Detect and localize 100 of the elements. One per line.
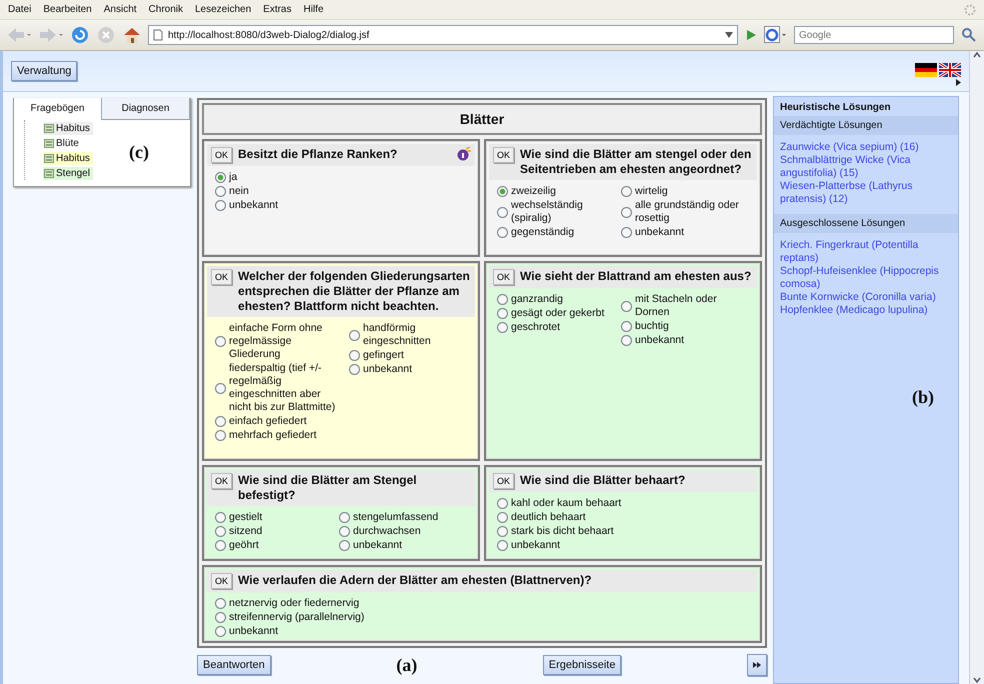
menu-item[interactable]: Hilfe: [304, 4, 324, 15]
radio-button[interactable]: [215, 626, 226, 637]
tab[interactable]: Diagnosen: [102, 98, 190, 120]
solution-link[interactable]: Zaunwicke (Vica sepium) (16): [780, 141, 952, 154]
option-label: durchwachsen: [353, 525, 421, 538]
answer-button[interactable]: Beantworten: [197, 655, 271, 675]
radio-button[interactable]: [497, 206, 508, 218]
ok-button[interactable]: OK: [211, 147, 232, 163]
search-field[interactable]: Google: [794, 26, 954, 44]
search-engine-icon[interactable]: [764, 26, 788, 44]
option-label: netznervig oder fiedernervig: [229, 597, 360, 610]
radio-button[interactable]: [215, 612, 226, 623]
radio-button[interactable]: [215, 540, 226, 551]
radio-button[interactable]: [215, 186, 226, 197]
admin-button[interactable]: Verwaltung: [11, 61, 78, 81]
ok-button[interactable]: OK: [211, 269, 232, 285]
option-label: geöhrt: [229, 539, 259, 552]
option-label: unbekannt: [229, 625, 278, 638]
radio-button[interactable]: [497, 322, 508, 333]
question-text: Wie sind die Blätter am Stengel befestigt?: [238, 473, 418, 503]
radio-button[interactable]: [215, 526, 226, 537]
british-flag-icon[interactable]: [939, 62, 961, 76]
radio-button[interactable]: [339, 512, 350, 523]
option-label: kahl oder kaum behaart: [511, 497, 622, 510]
radio-button[interactable]: [497, 540, 508, 551]
reload-icon[interactable]: [70, 25, 90, 45]
solution-link[interactable]: Wiesen-Platterbse (Lathyrus pratensis) (12): [780, 180, 952, 206]
ok-button[interactable]: OK: [211, 473, 232, 489]
option-label: deutlich behaart: [511, 511, 586, 524]
radio-button[interactable]: [621, 186, 632, 197]
radio-button[interactable]: [497, 512, 508, 523]
solution-link[interactable]: Hopfenklee (Medicago lupulina): [780, 304, 952, 317]
option-label: ganzrandig: [511, 293, 563, 306]
scroll-down-icon[interactable]: [973, 676, 981, 684]
solution-link[interactable]: Kriech. Fingerkraut (Potentilla reptans): [780, 239, 952, 265]
tree-item[interactable]: Habitus: [43, 152, 93, 165]
option-label: streifennervig (parallelnervig): [229, 611, 364, 624]
info-icon[interactable]: [457, 147, 471, 161]
radio-button[interactable]: [621, 335, 632, 346]
search-icon[interactable]: [960, 26, 978, 44]
radio-button[interactable]: [215, 416, 226, 427]
radio-button[interactable]: [215, 200, 226, 211]
solution-link[interactable]: Schopf-Hufeisenklee (Hippocrepis comosa): [780, 265, 952, 291]
menu-item[interactable]: Extras: [263, 4, 292, 15]
radio-button[interactable]: [349, 364, 360, 375]
home-icon[interactable]: [122, 25, 142, 45]
option-label: gegenständig: [511, 226, 574, 239]
radio-button[interactable]: [621, 227, 632, 238]
radio-button[interactable]: [497, 186, 508, 197]
radio-button[interactable]: [621, 321, 632, 332]
option-label: unbekannt: [229, 199, 278, 212]
radio-button[interactable]: [349, 350, 360, 361]
tree-item[interactable]: Stengel: [43, 167, 93, 180]
go-icon[interactable]: [744, 28, 758, 42]
radio-button[interactable]: [215, 336, 226, 347]
radio-button[interactable]: [215, 382, 226, 394]
radio-button[interactable]: [621, 300, 632, 312]
solution-link[interactable]: Bunte Kornwicke (Coronilla varia): [780, 291, 952, 304]
tree-item[interactable]: Habitus: [43, 122, 93, 135]
menu-item[interactable]: Datei: [8, 4, 32, 15]
radio-button[interactable]: [497, 308, 508, 319]
radio-button[interactable]: [497, 498, 508, 509]
radio-button[interactable]: [215, 172, 226, 183]
menu-item[interactable]: Bearbeiten: [43, 4, 92, 15]
radio-button[interactable]: [215, 512, 226, 523]
ok-button[interactable]: OK: [493, 473, 514, 489]
list-icon: [44, 124, 54, 133]
triangle-icon[interactable]: [956, 78, 961, 86]
solutions-title: Heuristische Lösungen: [779, 101, 892, 115]
menu-item[interactable]: Ansicht: [104, 4, 137, 15]
radio-button[interactable]: [497, 227, 508, 238]
radio-button[interactable]: [215, 598, 226, 609]
option-label: nein: [229, 185, 249, 198]
scroll-up-icon[interactable]: [973, 51, 981, 59]
dropdown-icon[interactable]: [725, 32, 733, 38]
option-label: gestielt: [229, 511, 262, 524]
menu-item[interactable]: Lesezeichen: [195, 4, 252, 15]
question-text: Wie sind die Blätter behaart?: [520, 473, 686, 488]
radio-button[interactable]: [215, 430, 226, 441]
questionnaire-title: Blätter: [202, 103, 762, 135]
solution-link[interactable]: Schmalblättrige Wicke (Vica angustifolia) (15): [780, 154, 952, 180]
ok-button[interactable]: OK: [493, 147, 514, 163]
radio-button[interactable]: [339, 540, 350, 551]
ok-button[interactable]: OK: [211, 573, 232, 589]
address-field[interactable]: http://localhost:8080/d3web-Dialog2/dialog.jsf: [148, 25, 738, 45]
annotation-label: (a): [396, 654, 418, 676]
results-button[interactable]: Ergebnisseite: [542, 655, 622, 675]
next-button[interactable]: [746, 654, 767, 676]
radio-button[interactable]: [621, 206, 632, 218]
radio-button[interactable]: [349, 330, 360, 340]
radio-button[interactable]: [339, 526, 350, 537]
radio-button[interactable]: [497, 294, 508, 305]
ok-button[interactable]: OK: [493, 269, 514, 285]
double-arrow-icon: [752, 662, 761, 668]
scrollbar[interactable]: [969, 51, 984, 684]
tab[interactable]: Fragebögen: [14, 98, 102, 120]
radio-button[interactable]: [497, 526, 508, 537]
option-label: mehrfach gefiedert: [229, 429, 317, 442]
german-flag-icon[interactable]: [915, 62, 937, 76]
menu-item[interactable]: Chronik: [148, 4, 183, 15]
